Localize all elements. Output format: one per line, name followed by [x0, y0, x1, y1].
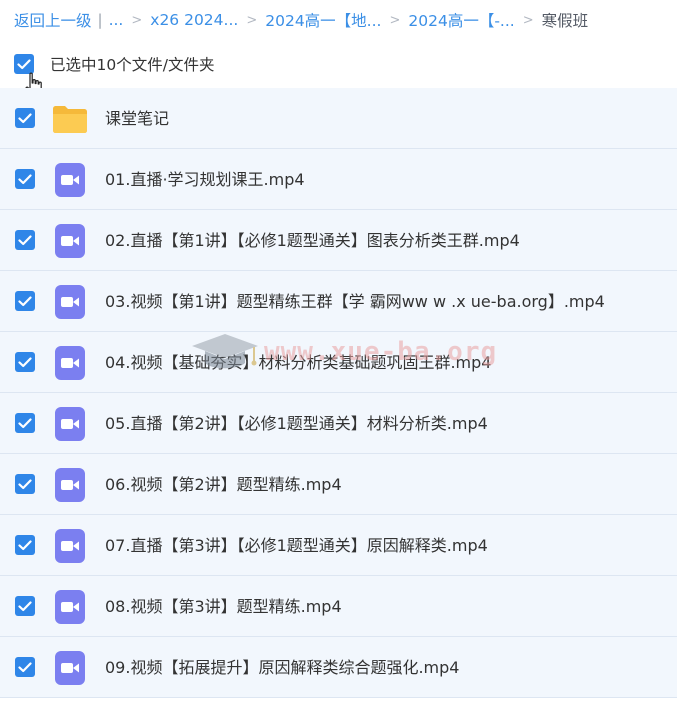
- row-checkbox[interactable]: [15, 413, 35, 433]
- row-checkbox[interactable]: [15, 291, 35, 311]
- video-file-icon: [55, 163, 85, 197]
- file-thumbnail: [52, 468, 88, 502]
- video-camera-icon: [61, 480, 79, 490]
- video-file-icon: [55, 285, 85, 319]
- chevron-right-icon: >: [522, 12, 534, 28]
- file-row[interactable]: 04.视频【基础夯实】材料分析类基础题巩固王群.mp4: [0, 332, 677, 393]
- row-checkbox[interactable]: [15, 108, 35, 128]
- check-icon: [17, 58, 31, 69]
- check-icon: [18, 356, 32, 367]
- video-file-icon: [55, 529, 85, 563]
- back-link[interactable]: 返回上一级: [14, 9, 92, 31]
- video-file-icon: [55, 468, 85, 502]
- selection-count-label: 已选中10个文件/文件夹: [50, 56, 215, 74]
- breadcrumb-crumb-3[interactable]: 2024高一【-...: [408, 9, 514, 31]
- video-camera-icon: [61, 602, 79, 612]
- file-name[interactable]: 07.直播【第3讲】【必修1题型通关】原因解释类.mp4: [105, 515, 488, 576]
- video-camera-icon: [61, 297, 79, 307]
- check-icon: [18, 600, 32, 611]
- video-camera-icon: [61, 358, 79, 368]
- file-name[interactable]: 09.视频【拓展提升】原因解释类综合题强化.mp4: [105, 637, 459, 698]
- chevron-right-icon: >: [389, 12, 401, 28]
- row-checkbox[interactable]: [15, 169, 35, 189]
- file-row[interactable]: 08.视频【第3讲】题型精练.mp4: [0, 576, 677, 637]
- file-thumbnail: [52, 224, 88, 258]
- check-icon: [18, 417, 32, 428]
- row-checkbox[interactable]: [15, 535, 35, 555]
- file-thumbnail: [52, 163, 88, 197]
- breadcrumb-current: 寒假班: [541, 12, 589, 30]
- file-list: 课堂笔记 01.直播·学习规划课王.mp4 02.直播【第1讲】【必修1题型通关】图…: [0, 88, 677, 698]
- file-thumbnail: [52, 529, 88, 563]
- file-thumbnail: [52, 590, 88, 624]
- video-file-icon: [55, 651, 85, 685]
- chevron-right-icon: >: [246, 12, 258, 28]
- file-name[interactable]: 05.直播【第2讲】【必修1题型通关】材料分析类.mp4: [105, 393, 488, 454]
- video-file-icon: [55, 590, 85, 624]
- row-checkbox[interactable]: [15, 352, 35, 372]
- file-name[interactable]: 02.直播【第1讲】【必修1题型通关】图表分析类王群.mp4: [105, 210, 520, 271]
- file-name[interactable]: 03.视频【第1讲】题型精练王群【学 霸网ww w .x ue-ba.org】.…: [105, 271, 605, 332]
- file-row[interactable]: 09.视频【拓展提升】原因解释类综合题强化.mp4: [0, 637, 677, 698]
- video-camera-icon: [61, 419, 79, 429]
- file-name[interactable]: 01.直播·学习规划课王.mp4: [105, 149, 305, 210]
- folder-icon: [53, 106, 87, 133]
- row-checkbox[interactable]: [15, 657, 35, 677]
- row-checkbox[interactable]: [15, 474, 35, 494]
- file-row[interactable]: 05.直播【第2讲】【必修1题型通关】材料分析类.mp4: [0, 393, 677, 454]
- file-row[interactable]: 06.视频【第2讲】题型精练.mp4: [0, 454, 677, 515]
- file-name[interactable]: 课堂笔记: [105, 88, 169, 149]
- check-icon: [18, 234, 32, 245]
- check-icon: [18, 112, 32, 123]
- file-row[interactable]: 课堂笔记: [0, 88, 677, 149]
- video-file-icon: [55, 346, 85, 380]
- breadcrumb-divider: |: [97, 11, 103, 29]
- row-checkbox[interactable]: [15, 230, 35, 250]
- check-icon: [18, 661, 32, 672]
- file-row[interactable]: 03.视频【第1讲】题型精练王群【学 霸网ww w .x ue-ba.org】.…: [0, 271, 677, 332]
- chevron-right-icon: >: [131, 12, 143, 28]
- check-icon: [18, 295, 32, 306]
- video-file-icon: [55, 224, 85, 258]
- file-thumbnail: [52, 102, 88, 135]
- check-icon: [18, 478, 32, 489]
- breadcrumb-ellipsis[interactable]: ...: [109, 11, 124, 29]
- file-row[interactable]: 07.直播【第3讲】【必修1题型通关】原因解释类.mp4: [0, 515, 677, 576]
- file-thumbnail: [52, 651, 88, 685]
- video-camera-icon: [61, 541, 79, 551]
- file-name[interactable]: 08.视频【第3讲】题型精练.mp4: [105, 576, 342, 637]
- file-row[interactable]: 02.直播【第1讲】【必修1题型通关】图表分析类王群.mp4: [0, 210, 677, 271]
- file-row[interactable]: 01.直播·学习规划课王.mp4: [0, 149, 677, 210]
- video-camera-icon: [61, 175, 79, 185]
- breadcrumb-crumb-2[interactable]: 2024高一【地...: [265, 9, 381, 31]
- file-thumbnail: [52, 285, 88, 319]
- file-thumbnail: [52, 346, 88, 380]
- video-file-icon: [55, 407, 85, 441]
- breadcrumb: 返回上一级 | ... > x26 2024... > 2024高一【地... …: [14, 8, 588, 32]
- row-checkbox[interactable]: [15, 596, 35, 616]
- video-camera-icon: [61, 663, 79, 673]
- check-icon: [18, 539, 32, 550]
- file-name[interactable]: 06.视频【第2讲】题型精练.mp4: [105, 454, 342, 515]
- file-name[interactable]: 04.视频【基础夯实】材料分析类基础题巩固王群.mp4: [105, 332, 491, 393]
- select-all-checkbox[interactable]: [14, 54, 34, 74]
- selection-bar: 已选中10个文件/文件夹: [14, 52, 214, 76]
- check-icon: [18, 173, 32, 184]
- file-thumbnail: [52, 407, 88, 441]
- breadcrumb-crumb-1[interactable]: x26 2024...: [150, 11, 238, 29]
- video-camera-icon: [61, 236, 79, 246]
